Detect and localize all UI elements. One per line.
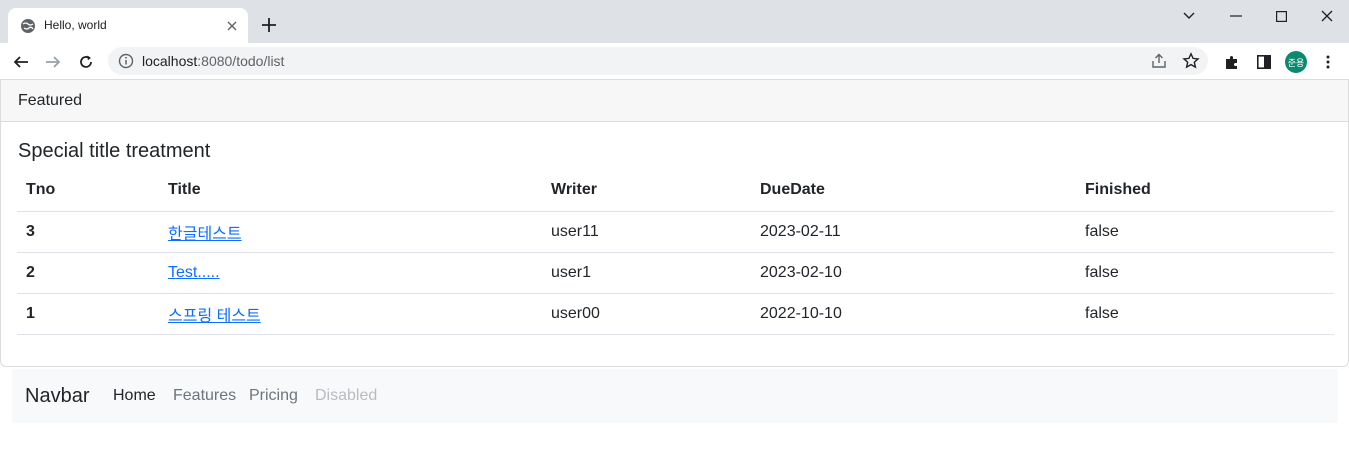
site-info-icon[interactable] — [118, 53, 134, 69]
url-path: :8080/todo/list — [197, 53, 285, 69]
table-row: 1 스프링 테스트 user00 2022-10-10 false — [17, 293, 1334, 335]
more-menu-icon[interactable] — [1317, 51, 1339, 73]
cell-finished: false — [1076, 293, 1334, 335]
back-arrow-icon[interactable] — [10, 51, 32, 73]
new-tab-button[interactable] — [258, 14, 280, 36]
todo-title-link[interactable]: 스프링 테스트 — [168, 308, 261, 325]
nav-link-pricing[interactable]: Pricing — [249, 387, 298, 405]
cell-finished: false — [1076, 211, 1334, 253]
table-row: 3 한글테스트 user11 2023-02-11 false — [17, 211, 1334, 253]
profile-avatar[interactable]: 준용 — [1285, 51, 1307, 73]
tab-strip: Hello, world — [0, 0, 1349, 43]
cell-writer: user1 — [542, 252, 751, 294]
column-header-title: Title — [159, 170, 542, 212]
cell-tno: 3 — [17, 211, 159, 253]
close-window-icon[interactable] — [1315, 6, 1339, 26]
todo-card: Featured Special title treatment Tno Tit… — [0, 80, 1349, 367]
browser-tab[interactable]: Hello, world — [8, 8, 248, 43]
column-header-duedate: DueDate — [751, 170, 1076, 212]
minimize-icon[interactable] — [1224, 6, 1248, 26]
card-header: Featured — [1, 80, 1348, 122]
maximize-icon[interactable] — [1269, 6, 1293, 26]
share-icon[interactable] — [1150, 52, 1168, 70]
side-panel-icon[interactable] — [1253, 51, 1275, 73]
navbar: Navbar Home Features Pricing Disabled — [12, 369, 1338, 423]
url-text[interactable]: localhost:8080/todo/list — [142, 53, 284, 69]
table-header-row: Tno Title Writer DueDate Finished — [17, 170, 1334, 212]
todo-title-link[interactable]: Test..... — [168, 264, 220, 281]
todo-table: Tno Title Writer DueDate Finished 3 한글테스… — [17, 170, 1334, 335]
globe-icon — [21, 19, 35, 33]
nav-link-disabled: Disabled — [315, 387, 378, 404]
card-header-text: Featured — [18, 92, 83, 109]
browser-toolbar: localhost:8080/todo/list 준용 — [0, 43, 1349, 80]
cell-title: Test..... — [159, 252, 542, 294]
reload-icon[interactable] — [75, 51, 97, 73]
cell-title: 한글테스트 — [159, 211, 542, 253]
column-header-writer: Writer — [542, 170, 751, 212]
cell-writer: user00 — [542, 293, 751, 335]
cell-tno: 2 — [17, 252, 159, 294]
column-header-tno: Tno — [17, 170, 159, 212]
todo-title-link[interactable]: 한글테스트 — [168, 226, 242, 243]
forward-arrow-icon[interactable] — [42, 51, 64, 73]
url-host: localhost — [142, 53, 198, 69]
cell-duedate: 2023-02-10 — [751, 252, 1076, 294]
card-title: Special title treatment — [18, 140, 211, 162]
cell-title: 스프링 테스트 — [159, 293, 542, 335]
navbar-brand[interactable]: Navbar — [25, 385, 89, 408]
extensions-puzzle-icon[interactable] — [1221, 51, 1243, 73]
table-row: 2 Test..... user1 2023-02-10 false — [17, 252, 1334, 294]
tab-search-icon[interactable] — [1177, 6, 1201, 26]
bookmark-star-icon[interactable] — [1182, 52, 1200, 70]
cell-duedate: 2022-10-10 — [751, 293, 1076, 335]
close-tab-icon[interactable] — [224, 18, 240, 34]
address-bar[interactable]: localhost:8080/todo/list — [108, 47, 1208, 75]
tab-title: Hello, world — [44, 18, 107, 32]
nav-link-home[interactable]: Home — [113, 387, 156, 405]
cell-writer: user11 — [542, 211, 751, 253]
nav-link-features[interactable]: Features — [173, 387, 236, 405]
column-header-finished: Finished — [1076, 170, 1334, 212]
cell-finished: false — [1076, 252, 1334, 294]
cell-duedate: 2023-02-11 — [751, 211, 1076, 253]
cell-tno: 1 — [17, 293, 159, 335]
